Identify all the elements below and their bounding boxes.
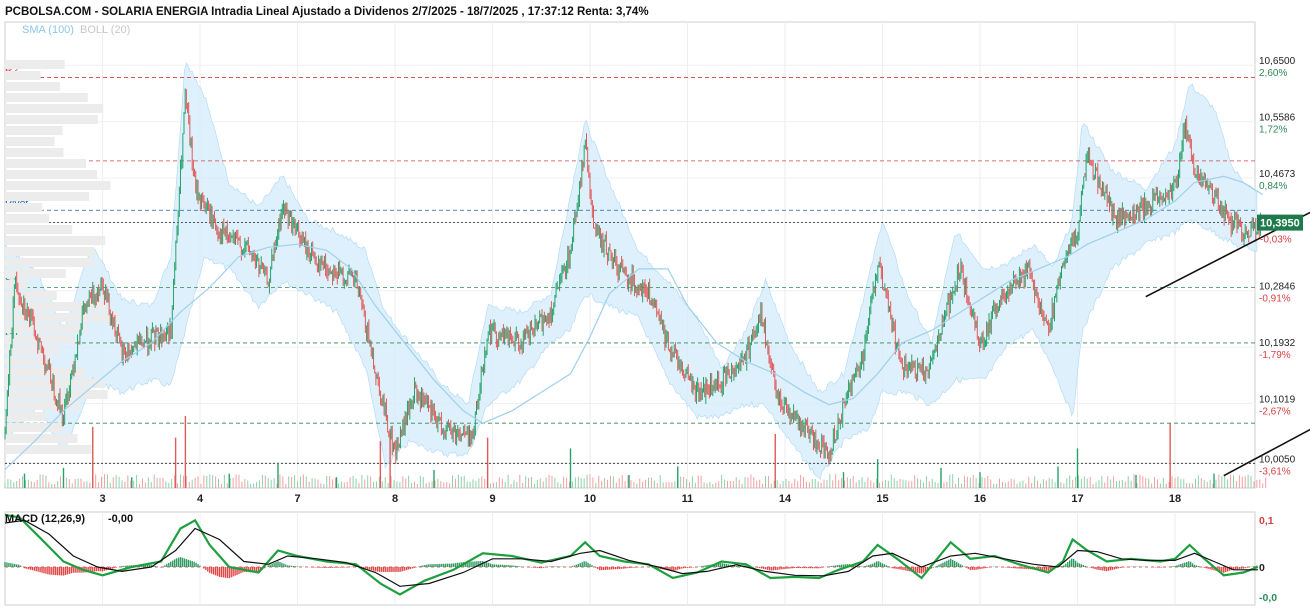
last-price-label: 10,3950 <box>1260 218 1300 230</box>
x-tick-label: 14 <box>779 493 792 505</box>
y-pct-label: 0,84% <box>1259 181 1287 192</box>
x-tick-label: 18 <box>1169 493 1181 505</box>
macd-line <box>4 513 1259 596</box>
volume-profile-bar <box>5 412 47 421</box>
y-pct-label: -0,91% <box>1259 294 1291 305</box>
volume-profile-bar <box>5 346 59 355</box>
y-pct-label: -0,03% <box>1260 235 1292 246</box>
x-tick-label: 7 <box>294 493 300 505</box>
volume-profile-bar <box>5 115 98 124</box>
macd-value: -0,00 <box>108 513 133 525</box>
y-tick-label: 10,1019 <box>1259 395 1296 406</box>
macd-title: MACD (12,26,9) <box>5 513 85 525</box>
volume-profile-bar <box>5 71 41 80</box>
volume-profile-bar <box>5 82 60 91</box>
volume-profile-bar <box>5 324 87 333</box>
macd-tick-label: 0 <box>1259 562 1265 574</box>
y-pct-label: -1,79% <box>1259 350 1291 361</box>
volume-profile-bar <box>5 225 73 234</box>
volume-profile-bar <box>5 423 63 432</box>
x-tick-label: 16 <box>974 493 986 505</box>
y-tick-label: 10,5586 <box>1259 113 1296 124</box>
y-pct-label: 2,60% <box>1259 68 1287 79</box>
bollinger-bands <box>4 62 1258 481</box>
y-tick-label: 10,2846 <box>1259 282 1296 293</box>
volume-profile-bar <box>5 390 108 399</box>
volume-profile-bar <box>5 137 55 146</box>
x-tick-label: 4 <box>197 493 204 505</box>
x-tick-label: 10 <box>584 493 596 505</box>
volume-profile-bar <box>5 247 95 256</box>
volume-profile-bar <box>5 170 98 179</box>
volume-profile-bar <box>5 148 64 157</box>
volume-profile-bar <box>5 258 95 267</box>
volume-profile-bar <box>5 214 50 223</box>
volume-profile-bar <box>5 203 43 212</box>
x-tick-label: 9 <box>489 493 495 505</box>
chart-title: PCBOLSA.COM - SOLARIA ENERGIA Intradia L… <box>5 6 649 18</box>
y-pct-label: 1,72% <box>1259 125 1287 136</box>
volume-profile-bar <box>5 236 106 245</box>
chart: R2R1PivotS1S2S3 347891011141516171810,65… <box>4 6 1310 606</box>
volume-profile-bar <box>5 434 78 443</box>
legend-sma: SMA (100) <box>22 24 74 36</box>
x-tick-label: 17 <box>1071 493 1083 505</box>
volume-profile-bar <box>5 379 105 388</box>
macd-tick-label: -0,0 <box>1259 592 1277 604</box>
volume-profile-bar <box>5 159 86 168</box>
x-tick-label: 11 <box>682 493 694 505</box>
y-pct-label: -2,67% <box>1259 407 1291 418</box>
legend-boll: BOLL (20) <box>80 24 130 36</box>
volume-profile-bar <box>5 445 92 454</box>
volume-profile-bar <box>5 93 88 102</box>
volume-profile-bar <box>5 60 65 69</box>
signal-line <box>4 519 1258 587</box>
y-pct-label: -3,61% <box>1259 466 1291 477</box>
bollinger-band <box>4 62 1258 481</box>
x-tick-label: 15 <box>876 493 888 505</box>
x-tick-label: 8 <box>392 493 398 505</box>
y-tick-label: 10,6500 <box>1259 56 1296 67</box>
volume-profile-bar <box>5 269 66 278</box>
volume-profile-bar <box>5 104 104 113</box>
y-tick-label: 10,1932 <box>1259 338 1296 349</box>
macd-panel: 0,1 0 -0,0 <box>4 511 1277 606</box>
y-tick-label: 10,0050 <box>1259 454 1296 465</box>
volume-profile-bar <box>5 181 111 190</box>
volume-profile-bar <box>5 192 90 201</box>
macd-tick-label: 0,1 <box>1259 515 1274 527</box>
y-tick-label: 10,4673 <box>1259 169 1296 180</box>
x-tick-label: 3 <box>99 493 105 505</box>
volume-profile-bar <box>5 126 63 135</box>
